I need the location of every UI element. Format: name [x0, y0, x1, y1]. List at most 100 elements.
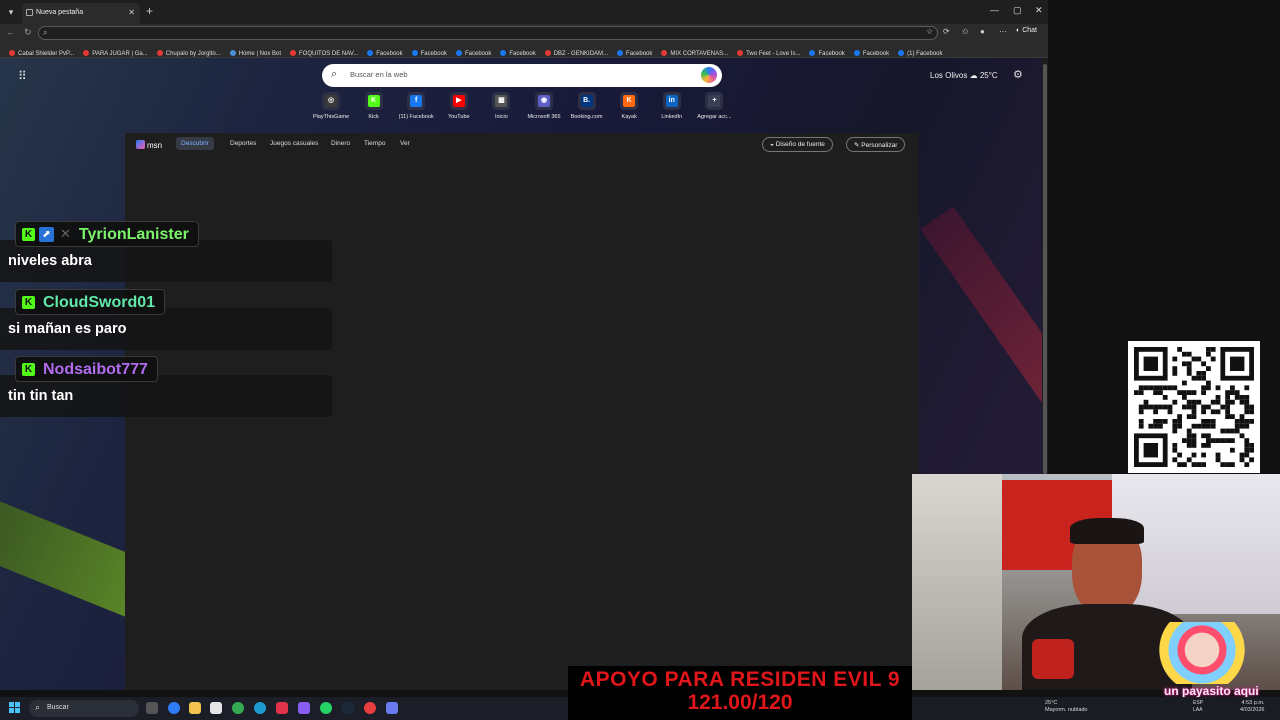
more-icon[interactable]: ⋯ [999, 27, 1007, 36]
tab-close-icon[interactable]: ✕ [128, 8, 135, 17]
quick-link[interactable]: ◉ Microsoft 365 [522, 92, 566, 120]
app-icon[interactable] [364, 702, 376, 714]
quick-link-icon: ▶ [452, 95, 465, 107]
copilot-icon[interactable] [701, 67, 717, 83]
app-icon[interactable] [276, 702, 288, 714]
screen: ▾ Nueva pestaña ✕ + — ▢ ✕ ← ↻ ⌕ ☆ ⟳ ✩ ● … [0, 0, 1280, 720]
bookmark-favicon-icon [737, 50, 744, 56]
clock-date: 4/03/2026 [1240, 707, 1265, 713]
quick-link[interactable]: + Agregar acc... [692, 92, 736, 120]
quick-link-label: Inicio [494, 114, 508, 120]
quick-link[interactable]: f (11) Facebook [394, 92, 438, 120]
quick-link[interactable]: ◎ PlayThisGame [309, 92, 353, 120]
quick-link-tile: ▶ [449, 92, 468, 110]
bookmark-item[interactable]: Facebook [809, 46, 845, 57]
refresh-icon[interactable]: ↻ [24, 27, 32, 38]
personalize-button[interactable]: ✎ Personalizar [846, 137, 906, 152]
subscriber-badge-icon: ⬈ [39, 227, 54, 242]
new-tab-button[interactable]: + [146, 4, 153, 18]
chat-username: Nodsaibot777 [43, 361, 148, 378]
bookmark-item[interactable]: (1) Facebook [898, 46, 943, 57]
close-window-icon[interactable]: ✕ [1035, 5, 1043, 16]
quick-link-icon: f [410, 95, 423, 107]
scroll-thumb[interactable] [1043, 64, 1047, 474]
bookmark-label: FOQUITOS DE NAV... [299, 51, 359, 57]
edge-icon[interactable] [254, 702, 266, 714]
feed-tab[interactable]: Ver [395, 137, 415, 150]
weather-widget[interactable]: Los Olivos ☁ 25°C [930, 71, 998, 80]
chat-username-chip: K CloudSword01 [15, 288, 166, 315]
quick-link[interactable]: ▶ YouTube [437, 92, 481, 120]
favorites-icon[interactable]: ✩ [962, 27, 969, 36]
minimize-icon[interactable]: — [990, 5, 999, 15]
quick-link[interactable]: in LinkedIn [650, 92, 694, 120]
bookmark-item[interactable]: Chupalo by Jorgito... [156, 46, 221, 57]
profile-icon[interactable]: ● [980, 27, 985, 36]
favorite-star-icon[interactable]: ☆ [926, 27, 933, 36]
bookmark-item[interactable]: FOQUITOS DE NAV... [290, 46, 359, 57]
bookmark-item[interactable]: Cabal Shielder PvP... [9, 46, 74, 57]
kick-badge-icon: K [22, 295, 35, 309]
bookmark-favicon-icon [617, 50, 624, 56]
bookmark-item[interactable]: Facebook [500, 46, 536, 57]
tab-new-tab[interactable]: Nueva pestaña ✕ [22, 3, 140, 24]
bookmark-item[interactable]: DBZ - GENKIDAM... [544, 46, 608, 57]
donation-title: APOYO PARA RESIDEN EVIL 9 [579, 668, 901, 691]
copilot-taskbar-icon[interactable] [168, 702, 180, 714]
quick-links: ◎ PlayThisGame K Kick f (11) Facebook ▶ YouTube… [309, 92, 739, 126]
quick-link-tile: ◉ [535, 92, 553, 110]
msn-logo[interactable]: msn [136, 140, 162, 150]
bookmark-item[interactable]: Two Feet - Love Is... [737, 46, 800, 57]
whatsapp-icon[interactable] [320, 702, 332, 714]
bookmark-item[interactable]: PARA JUGAR | Ga... [83, 46, 148, 57]
bookmark-item[interactable]: Facebook [617, 46, 652, 57]
sync-icon[interactable]: ⟳ [943, 27, 950, 36]
copilot-chat-button[interactable]: ◐ Chat [1016, 27, 1037, 34]
bookmark-favicon-icon [500, 50, 507, 56]
maximize-icon[interactable]: ▢ [1013, 5, 1022, 16]
windows-start-icon[interactable] [9, 702, 21, 714]
web-search-box[interactable]: ⌕ Buscar en la web [322, 64, 722, 87]
donation-goal-overlay: APOYO PARA RESIDEN EVIL 9 121.00/120 [568, 666, 912, 720]
quick-link[interactable]: ▦ Inicio [479, 92, 523, 120]
tab-actions-menu[interactable]: ▾ [3, 4, 19, 20]
bookmark-item[interactable]: Facebook [455, 46, 491, 57]
task-view-icon[interactable] [146, 702, 158, 714]
app-icon[interactable] [298, 702, 310, 714]
quick-link-label: Kick [368, 114, 379, 120]
address-input[interactable]: ⌕ [38, 26, 938, 40]
app-icon[interactable] [386, 702, 398, 714]
settings-gear-icon[interactable]: ⚙ [1013, 68, 1023, 81]
feed-tab[interactable]: Deportes [225, 137, 261, 150]
quick-link-icon: ▦ [495, 95, 508, 107]
feed-tab[interactable]: Descubrir [176, 137, 214, 150]
tray-weather[interactable]: 25°C Mayorm. nublado [1045, 700, 1088, 714]
font-design-button[interactable]: ◒ Diseño de fuente [762, 137, 833, 152]
store-icon[interactable] [210, 702, 222, 714]
bookmark-item[interactable]: Facebook [853, 46, 889, 57]
feed-tab[interactable]: Tiempo [359, 137, 390, 150]
quick-link-label: Microsoft 365 [527, 114, 561, 120]
quick-link[interactable]: K Kayak [607, 92, 651, 120]
bookmark-item[interactable]: Facebook [411, 46, 447, 57]
bookmark-item[interactable]: Home | Nox Bot [229, 46, 281, 57]
clock-time: 4:53 p.m. [1241, 700, 1265, 706]
system-clock[interactable]: 4:53 p.m. 4/03/2026 [1240, 700, 1264, 714]
quick-link[interactable]: B. Booking.com [565, 92, 609, 120]
chrome-icon[interactable] [232, 702, 244, 714]
quick-link-tile: K [364, 92, 383, 110]
quick-link[interactable]: K Kick [352, 92, 396, 120]
cloud-icon: ☁ [969, 71, 980, 80]
steam-icon[interactable] [342, 702, 354, 714]
back-icon[interactable]: ← [6, 27, 15, 37]
language-indicator[interactable]: ESP LAA [1193, 700, 1203, 714]
taskbar-search[interactable]: ⌕ Buscar [29, 700, 139, 717]
file-explorer-icon[interactable] [189, 702, 201, 714]
feed-tab[interactable]: Dinero [326, 137, 355, 150]
apps-grid-icon[interactable]: ⠿ [18, 69, 27, 83]
feed-tab[interactable]: Juegos casuales [265, 137, 323, 150]
bookmark-item[interactable]: MIX CORTAVENAS... [661, 46, 728, 57]
taskbar-search-label: Buscar [47, 704, 69, 711]
bookmark-item[interactable]: Facebook [367, 46, 403, 57]
taskbar-tray [912, 697, 1280, 720]
